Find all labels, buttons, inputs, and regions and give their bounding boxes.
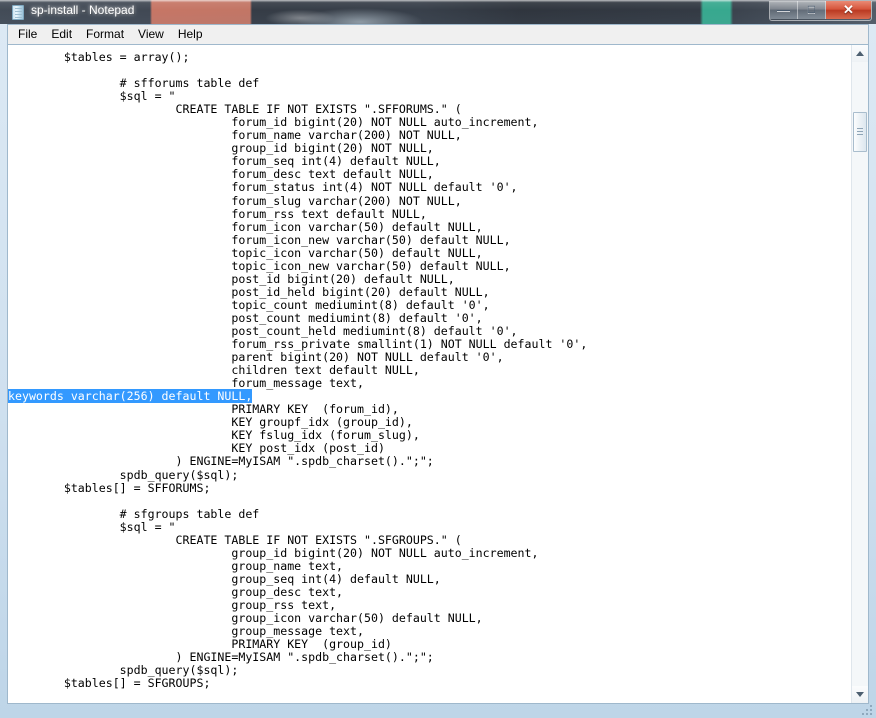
- editor-frame: $tables = array(); # sfforums table def …: [7, 44, 869, 704]
- notepad-window: sp-install - Notepad — □ ✕ File Edit For…: [0, 0, 876, 718]
- notepad-document-icon: [12, 5, 24, 20]
- resize-grip[interactable]: [862, 705, 874, 717]
- maximize-icon: □: [807, 2, 816, 16]
- menu-item-view[interactable]: View: [131, 25, 171, 44]
- scroll-up-arrow-icon[interactable]: [852, 45, 868, 62]
- maximize-button[interactable]: □: [798, 1, 826, 19]
- scrollbar-thumb[interactable]: [853, 112, 867, 152]
- text-editor-area[interactable]: $tables = array(); # sfforums table def …: [8, 45, 851, 703]
- window-client-area: File Edit Format View Help $tables = arr…: [0, 24, 876, 718]
- menu-item-edit[interactable]: Edit: [44, 25, 79, 44]
- selected-text[interactable]: keywords varchar(256) default NULL,: [8, 389, 253, 404]
- minimize-button[interactable]: —: [770, 1, 798, 19]
- text-after-selection: PRIMARY KEY (forum_id), KEY groupf_idx (…: [63, 402, 539, 691]
- text-before-selection: $tables = array(); # sfforums table def …: [63, 50, 588, 391]
- menu-bar: File Edit Format View Help: [7, 24, 869, 44]
- caption-button-group: — □ ✕: [769, 1, 872, 21]
- scroll-down-arrow-icon[interactable]: [852, 686, 868, 703]
- close-icon: ✕: [843, 2, 854, 17]
- title-bar[interactable]: sp-install - Notepad — □ ✕: [0, 0, 876, 24]
- menu-item-help[interactable]: Help: [171, 25, 210, 44]
- menu-item-format[interactable]: Format: [79, 25, 131, 44]
- vertical-scrollbar[interactable]: [851, 45, 868, 703]
- document-text[interactable]: $tables = array(); # sfforums table def …: [8, 50, 851, 691]
- frame-top-highlight: [0, 0, 876, 2]
- close-button[interactable]: ✕: [826, 1, 871, 19]
- minimize-icon: —: [777, 2, 790, 17]
- window-title: sp-install - Notepad: [31, 3, 135, 17]
- menu-item-file[interactable]: File: [11, 25, 44, 44]
